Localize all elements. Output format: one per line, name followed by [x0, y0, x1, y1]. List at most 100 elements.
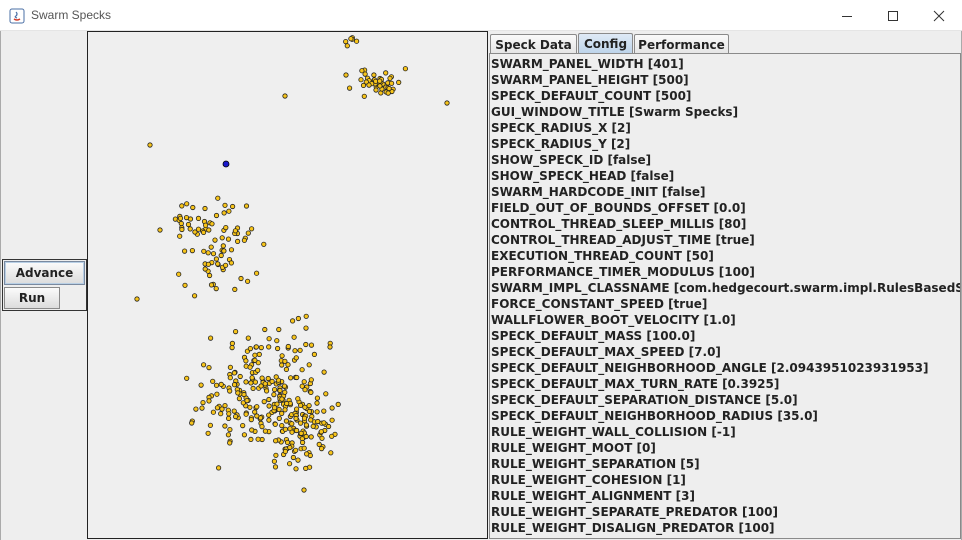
speck: [300, 439, 306, 446]
config-item: SWARM_HARDCODE_INIT [false]: [491, 185, 706, 199]
speck: [276, 415, 282, 421]
speck: [294, 374, 300, 381]
speck: [289, 429, 295, 435]
minimize-button[interactable]: [824, 0, 870, 31]
close-icon: [933, 10, 945, 21]
config-item: SPECK_RADIUS_X [2]: [491, 121, 631, 135]
speck: [321, 369, 327, 375]
speck: [225, 236, 232, 242]
speck: [226, 208, 232, 214]
tab-speck-data[interactable]: Speck Data: [490, 34, 577, 54]
speck: [200, 399, 206, 406]
speck: [227, 440, 233, 446]
tab-config[interactable]: Config: [578, 33, 633, 54]
speck: [304, 451, 310, 457]
speck: [275, 345, 281, 352]
speck: [279, 396, 285, 402]
speck: [241, 237, 247, 243]
close-button[interactable]: [916, 0, 962, 31]
speck: [202, 205, 208, 212]
maximize-icon: [888, 10, 898, 21]
speck: [301, 415, 308, 421]
speck: [293, 355, 299, 361]
speck: [243, 358, 249, 364]
speck: [293, 447, 299, 453]
speck: [252, 379, 258, 385]
config-item: PERFORMANCE_TIMER_MODULUS [100]: [491, 265, 755, 279]
tab-performance[interactable]: Performance: [634, 34, 729, 54]
speck: [227, 426, 233, 433]
run-button[interactable]: Run: [4, 287, 60, 309]
speck: [243, 411, 249, 417]
speck: [210, 409, 217, 415]
speck: [259, 423, 265, 430]
speck: [221, 248, 227, 254]
speck: [262, 428, 268, 434]
speck: [189, 248, 196, 254]
speck: [272, 405, 278, 411]
advance-button[interactable]: Advance: [4, 261, 85, 285]
config-item: EXECUTION_THREAD_COUNT [50]: [491, 249, 714, 263]
config-item: SPECK_DEFAULT_COUNT [500]: [491, 89, 692, 103]
speck: [329, 417, 335, 423]
speck: [288, 375, 294, 381]
speck: [185, 221, 192, 228]
swarm-panel[interactable]: [87, 31, 488, 539]
config-item: RULE_WEIGHT_MOOT [0]: [491, 441, 656, 455]
speck: [182, 282, 188, 288]
config-item: CONTROL_THREAD_SLEEP_MILLIS [80]: [491, 217, 747, 231]
speck: [209, 221, 215, 227]
speck: [353, 38, 360, 44]
speck: [285, 343, 291, 350]
speck: [314, 395, 320, 401]
speck: [366, 82, 372, 88]
speck: [279, 422, 285, 429]
speck: [293, 466, 299, 472]
speck: [388, 80, 395, 86]
speck: [261, 241, 267, 247]
speck: [294, 406, 300, 412]
speck: [371, 72, 377, 78]
speck: [184, 201, 190, 207]
speck: [236, 395, 242, 402]
maximize-button[interactable]: [870, 0, 916, 31]
speck: [218, 252, 224, 259]
speck: [207, 272, 213, 279]
config-item: RULE_WEIGHT_ALIGNMENT [3]: [491, 489, 695, 503]
speck: [193, 406, 199, 412]
speck: [326, 423, 332, 430]
speck: [329, 405, 335, 411]
speck: [360, 82, 367, 89]
speck: [282, 426, 288, 432]
speck: [298, 402, 304, 408]
speck: [264, 388, 270, 394]
control-button-panel: Advance Run: [2, 259, 87, 311]
speck: [216, 465, 222, 471]
speck: [245, 335, 251, 341]
speck: [282, 407, 288, 413]
speck: [283, 366, 289, 372]
speck: [238, 275, 244, 282]
speck: [202, 266, 208, 272]
speck: [303, 313, 309, 319]
speck: [249, 427, 255, 433]
speck: [206, 227, 212, 233]
config-item: SWARM_PANEL_HEIGHT [500]: [491, 73, 689, 87]
speck: [203, 222, 209, 228]
speck: [215, 195, 221, 201]
config-item: SPECK_DEFAULT_MAX_TURN_RATE [0.3925]: [491, 377, 780, 391]
speck: [276, 326, 282, 333]
window-title: Swarm Specks: [31, 8, 112, 22]
speck: [273, 374, 279, 380]
speck: [276, 406, 282, 412]
speck: [293, 415, 299, 422]
speck: [249, 226, 255, 232]
speck: [303, 433, 309, 440]
speck: [147, 142, 153, 148]
speck: [323, 391, 329, 397]
speck: [252, 357, 258, 363]
speck: [306, 402, 312, 409]
speck: [214, 391, 220, 397]
speck: [201, 229, 207, 235]
speck: [241, 391, 247, 398]
